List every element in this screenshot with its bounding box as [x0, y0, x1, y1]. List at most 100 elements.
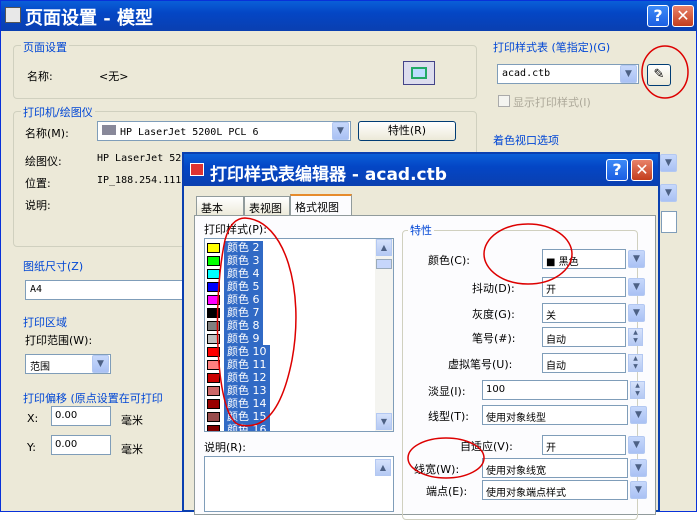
dither-label: 抖动(D):: [472, 282, 515, 295]
spin-arrows-icon[interactable]: ▲ ▼: [628, 328, 643, 346]
close-button[interactable]: ✕: [672, 5, 694, 27]
spin-arrows-icon[interactable]: ▲ ▼: [628, 354, 643, 372]
plotter-icon: [403, 61, 435, 85]
plot-style-item[interactable]: 颜色 12: [205, 371, 393, 384]
chevron-down-icon[interactable]: ▼: [628, 278, 645, 296]
partial-input[interactable]: [661, 211, 677, 233]
tab-basic[interactable]: 基本: [196, 196, 244, 216]
chevron-down-icon[interactable]: ▼: [92, 355, 109, 373]
adapt-select[interactable]: 开: [542, 435, 626, 455]
plot-style-name: 颜色 2: [224, 241, 263, 254]
chevron-down-icon[interactable]: ▼: [630, 459, 647, 477]
color-swatch: [207, 399, 220, 409]
dialog-title: 打印样式表编辑器 - acad.ctb: [210, 165, 447, 185]
chevron-down-icon[interactable]: ▼: [630, 406, 647, 424]
ltype-label: 线型(T):: [428, 410, 470, 423]
plot-style-item[interactable]: 颜色 4: [205, 267, 393, 280]
window-title: 页面设置 - 模型: [25, 8, 154, 29]
plot-style-name: 颜色 7: [224, 306, 263, 319]
ltype-select[interactable]: 使用对象线型: [482, 405, 628, 425]
app-icon: [190, 163, 204, 176]
color-swatch: [207, 243, 220, 253]
help-button[interactable]: ?: [606, 159, 628, 181]
chevron-down-icon[interactable]: ▼: [660, 184, 677, 202]
color-swatch: [207, 269, 220, 279]
color-swatch: [207, 256, 220, 266]
color-select[interactable]: ■ 黑色: [542, 249, 626, 269]
plot-style-item[interactable]: 颜色 6: [205, 293, 393, 306]
plot-style-item[interactable]: 颜色 7: [205, 306, 393, 319]
offset-y-label: Y:: [27, 441, 36, 454]
pen-spinner[interactable]: 自动: [542, 327, 626, 347]
scrollbar[interactable]: ▲ ▼: [375, 239, 393, 431]
chevron-down-icon[interactable]: ▼: [660, 154, 677, 172]
pen-label: 笔号(#):: [472, 332, 516, 345]
lweight-label: 线宽(W):: [414, 463, 460, 476]
printer-group-label: 打印机/绘图仪: [21, 104, 95, 120]
plot-style-item[interactable]: 颜色 5: [205, 280, 393, 293]
plot-style-item[interactable]: 颜色 13: [205, 384, 393, 397]
scroll-up-icon[interactable]: ▲: [376, 239, 392, 256]
plot-style-name: 颜色 8: [224, 319, 263, 332]
offset-y-input[interactable]: 0.00: [51, 435, 111, 455]
lweight-select[interactable]: 使用对象线宽: [482, 458, 628, 478]
plot-style-name: 颜色 16: [224, 423, 270, 431]
plot-style-item[interactable]: 颜色 8: [205, 319, 393, 332]
paper-size-select[interactable]: A4: [25, 280, 195, 300]
plotter-label: 绘图仪:: [25, 155, 62, 168]
chevron-down-icon[interactable]: ▼: [630, 481, 647, 499]
help-button[interactable]: ?: [647, 5, 669, 27]
title-bar: 页面设置 - 模型 ? ✕: [1, 1, 697, 31]
chevron-down-icon[interactable]: ▼: [628, 250, 645, 268]
chevron-down-icon[interactable]: ▼: [332, 122, 349, 140]
printer-properties-button[interactable]: 特性(R): [358, 121, 456, 141]
vpen-spinner[interactable]: 自动: [542, 353, 626, 373]
offset-y-unit: 毫米: [121, 443, 143, 456]
show-styles-checkbox[interactable]: [498, 95, 510, 107]
color-swatch: [207, 308, 220, 318]
plot-offset-group-label: 打印偏移 (原点设置在可打印: [23, 392, 163, 405]
offset-x-input[interactable]: 0.00: [51, 406, 111, 426]
plot-style-item[interactable]: 颜色 10: [205, 345, 393, 358]
printer-select[interactable]: HP LaserJet 5200L PCL 6: [97, 121, 351, 141]
paper-size-label: 图纸尺寸(Z): [23, 260, 84, 273]
description-label: 说明(R):: [204, 441, 246, 454]
color-swatch: [207, 347, 220, 357]
app-icon: [5, 7, 21, 23]
plot-style-item[interactable]: 颜色 11: [205, 358, 393, 371]
scroll-down-icon[interactable]: ▼: [376, 413, 392, 430]
offset-x-label: X:: [27, 412, 39, 425]
dialog-title-bar: 打印样式表编辑器 - acad.ctb ? ✕: [184, 154, 658, 186]
location-value: IP_188.254.111: [97, 175, 182, 186]
plot-style-item[interactable]: 颜色 15: [205, 410, 393, 423]
chevron-down-icon[interactable]: ▼: [628, 304, 645, 322]
plot-style-name: 颜色 15: [224, 410, 270, 423]
color-swatch: [207, 321, 220, 331]
chevron-down-icon[interactable]: ▼: [628, 436, 645, 454]
page-setup-group-label: 页面设置: [21, 39, 69, 55]
close-button[interactable]: ✕: [631, 159, 653, 181]
plot-style-item[interactable]: 颜色 14: [205, 397, 393, 410]
plot-style-item[interactable]: 颜色 2: [205, 241, 393, 254]
location-label: 位置:: [25, 177, 51, 190]
spin-arrows-icon[interactable]: ▲ ▼: [630, 381, 645, 399]
plot-style-name: 颜色 9: [224, 332, 263, 345]
tab-table-view[interactable]: 表视图: [244, 196, 290, 216]
endstyle-select[interactable]: 使用对象端点样式: [482, 480, 628, 500]
screen-spinner[interactable]: 100: [482, 380, 628, 400]
gray-select[interactable]: 关: [542, 303, 626, 323]
chevron-down-icon[interactable]: ▼: [620, 65, 637, 83]
plot-style-item[interactable]: 颜色 9: [205, 332, 393, 345]
plot-styles-list[interactable]: 颜色 2 颜色 3 颜色 4 颜色 5 颜色 6 颜色 7 颜色 8 颜色 9 颜色 10 颜色 …: [204, 238, 394, 432]
tab-form-view[interactable]: 格式视图: [290, 194, 352, 216]
scroll-up-icon[interactable]: ▲: [375, 459, 391, 476]
offset-x-unit: 毫米: [121, 414, 143, 427]
plot-style-name: 颜色 12: [224, 371, 270, 384]
plot-style-table-select[interactable]: acad.ctb: [497, 64, 639, 84]
dither-select[interactable]: 开: [542, 277, 626, 297]
description-textarea[interactable]: ▲: [204, 456, 394, 512]
scroll-thumb[interactable]: [376, 259, 392, 269]
plot-style-item[interactable]: 颜色 16: [205, 423, 393, 431]
edit-style-table-button[interactable]: ✎: [647, 64, 671, 86]
plot-style-item[interactable]: 颜色 3: [205, 254, 393, 267]
